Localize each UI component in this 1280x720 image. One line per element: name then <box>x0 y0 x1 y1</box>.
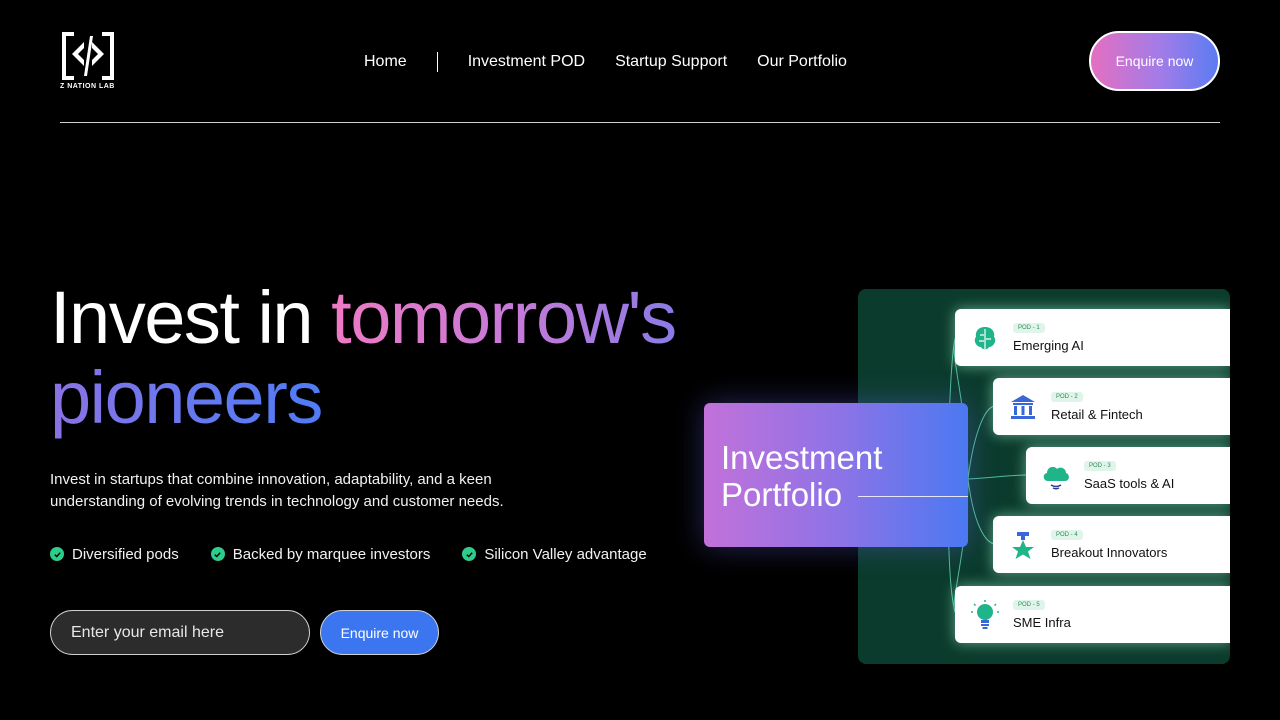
feature-item: Backed by marquee investors <box>210 545 431 563</box>
pod-tag: POD - 1 <box>1013 322 1045 333</box>
nav-item-startup-support[interactable]: Startup Support <box>615 53 727 71</box>
trophy-star-icon <box>1007 529 1039 561</box>
feature-item: Diversified pods <box>50 546 179 563</box>
cloud-icon <box>1040 460 1072 492</box>
pod-tag: POD - 3 <box>1084 460 1116 471</box>
pod-name: Retail & Fintech <box>1051 406 1143 422</box>
logo-text: Z NATION LAB <box>60 83 115 90</box>
email-input[interactable] <box>50 610 310 655</box>
brain-icon <box>969 322 1001 354</box>
feature-item: Silicon Valley advantage <box>462 545 647 563</box>
check-circle-icon <box>462 547 477 561</box>
pod-card-5[interactable]: POD - 5 SME Infra <box>955 586 1230 643</box>
hero-enquire-button[interactable]: Enquire now <box>320 610 439 655</box>
pod-card-4[interactable]: POD - 4 Breakout Innovators <box>993 516 1230 573</box>
pod-tag: POD - 5 <box>1013 599 1045 610</box>
feature-label: Silicon Valley advantage <box>484 545 647 563</box>
feature-label: Diversified pods <box>72 545 179 563</box>
pod-tag: POD - 2 <box>1051 391 1083 402</box>
lightbulb-icon <box>969 599 1001 631</box>
pod-card-3[interactable]: POD - 3 SaaS tools & AI <box>1026 447 1230 504</box>
pod-card-1[interactable]: POD - 1 Emerging AI <box>955 309 1230 366</box>
landing-page: Z NATION LAB Home Investment POD Startup… <box>0 0 1280 720</box>
header-enquire-button[interactable]: Enquire now <box>1089 31 1220 91</box>
portfolio-connector-line <box>858 496 968 497</box>
hero-title-highlight: tomorrow's <box>331 276 677 359</box>
nav-item-home[interactable]: Home <box>364 53 407 71</box>
feature-list: Diversified pods Backed by marquee inves… <box>50 544 679 564</box>
check-circle-icon <box>50 547 64 561</box>
investment-portfolio-card: Investment Portfolio <box>704 403 968 547</box>
nav-divider <box>436 52 438 72</box>
hero-title-line2: pioneers <box>50 356 323 439</box>
pod-tag: POD - 4 <box>1051 529 1083 540</box>
hero-title-part1: Invest in <box>50 276 332 359</box>
check-circle-icon <box>210 547 225 561</box>
logo[interactable]: Z NATION LAB <box>60 30 116 94</box>
pod-name: SaaS tools & AI <box>1084 475 1175 491</box>
portfolio-title-line2: Portfolio <box>721 476 843 513</box>
header-divider <box>60 122 1220 123</box>
pod-card-2[interactable]: POD - 2 Retail & Fintech <box>993 378 1230 435</box>
bank-icon <box>1007 391 1039 423</box>
portfolio-title-line1: Investment <box>721 439 883 476</box>
pod-name: Emerging AI <box>1013 337 1084 353</box>
nav-item-our-portfolio[interactable]: Our Portfolio <box>757 53 847 71</box>
main-nav: Home Investment POD Startup Support Our … <box>364 51 847 73</box>
hero-title: Invest in tomorrow's pioneers <box>50 276 677 439</box>
feature-label: Backed by marquee investors <box>232 545 431 563</box>
logo-mark-icon <box>62 32 114 80</box>
pod-name: SME Infra <box>1013 614 1071 630</box>
nav-item-investment-pod[interactable]: Investment POD <box>468 53 585 71</box>
pod-name: Breakout Innovators <box>1051 544 1168 560</box>
hero-description: Invest in startups that combine innovati… <box>50 471 504 510</box>
